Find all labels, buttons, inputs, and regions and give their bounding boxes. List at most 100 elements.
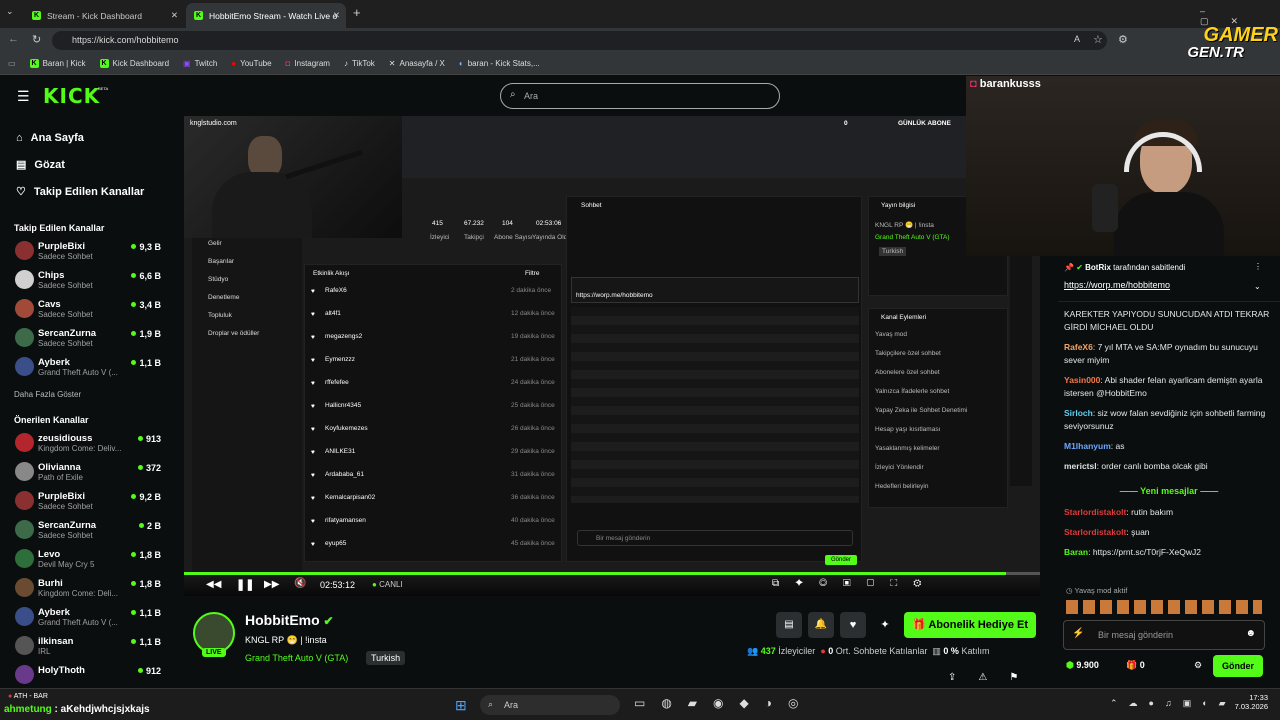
player-time: 02:53:12 bbox=[320, 580, 356, 590]
recommended-channel[interactable]: Olivianna Path of Exile 372 bbox=[0, 458, 176, 487]
bookmark-youtube[interactable]: ● YouTube bbox=[231, 59, 271, 68]
chat-text: şuan bbox=[1131, 527, 1150, 537]
emoji-icon[interactable]: ☻ bbox=[1245, 628, 1256, 639]
gift-count[interactable]: 🎁 0 bbox=[1126, 660, 1145, 671]
viewer-label: İzleyiciler bbox=[778, 646, 816, 656]
chat-message: KAREKTER YAPIYODU SUNUCUDAN ATDI TEKRAR … bbox=[1058, 308, 1280, 334]
pause-icon[interactable]: ❚❚ bbox=[236, 578, 254, 591]
extensions-icon[interactable]: ⚙ bbox=[1118, 33, 1128, 46]
url-field[interactable]: https://kick.com/hobbitemo bbox=[52, 31, 1107, 50]
more-icon[interactable]: ⋮ bbox=[1254, 262, 1262, 271]
nav-home[interactable]: ⌂ Ana Sayfa bbox=[0, 124, 176, 151]
inner-action-item: Yalnızca İfadelerle sohbet bbox=[875, 388, 950, 395]
player-settings-icons[interactable]: ⧉✦◎▣▢⛶⚙ bbox=[772, 578, 937, 589]
read-aloud-icon[interactable]: A bbox=[1074, 34, 1080, 44]
recommended-channel[interactable]: Ayberk Grand Theft Auto V (... 1,1 B bbox=[0, 603, 176, 632]
favorite-star-icon[interactable]: ☆ bbox=[1093, 33, 1103, 46]
nav-browse[interactable]: ▤ Gözat bbox=[0, 151, 176, 178]
bookmark-tiktok[interactable]: ♪ TikTok bbox=[344, 59, 375, 68]
clip-button[interactable]: ▤ bbox=[776, 612, 802, 638]
gift-sub-button[interactable]: 🎁 Abonelik Hediye Et bbox=[904, 612, 1036, 638]
chat-username[interactable]: Starlordistakolt bbox=[1064, 527, 1126, 537]
new-tab-icon[interactable]: + bbox=[353, 5, 361, 20]
chat-username[interactable]: Starlordistakolt bbox=[1064, 507, 1126, 517]
followed-channel[interactable]: Ayberk Grand Theft Auto V (... 1,1 B bbox=[0, 353, 176, 382]
nav-following[interactable]: ♡ Takip Edilen Kanallar bbox=[0, 178, 176, 205]
stream-tag[interactable]: Turkish bbox=[366, 651, 406, 665]
show-more-link[interactable]: Daha Fazla Göster bbox=[0, 382, 176, 407]
kick-favicon-icon: K bbox=[99, 58, 109, 68]
channel-points[interactable]: ⬢ 9.900 bbox=[1066, 660, 1099, 671]
rewind-icon[interactable]: ◀◀ bbox=[206, 579, 221, 590]
reload-icon[interactable]: ↻ bbox=[32, 33, 41, 46]
chevron-down-icon[interactable]: ⌄ bbox=[1254, 282, 1261, 291]
followed-channel[interactable]: SercanZurna Sadece Sohbet 1,9 B bbox=[0, 324, 176, 353]
followed-channel[interactable]: Cavs Sadece Sohbet 3,4 B bbox=[0, 295, 176, 324]
bookmark-kick-dashboard[interactable]: K Kick Dashboard bbox=[99, 58, 169, 68]
followed-channel[interactable]: Chips Sadece Sohbet 6,6 B bbox=[0, 266, 176, 295]
follow-button[interactable]: ♥ bbox=[840, 612, 866, 638]
notification-button[interactable]: 🔔 bbox=[808, 612, 834, 638]
mute-icon[interactable]: 🔇 bbox=[294, 578, 306, 589]
chat-username[interactable]: RafeX6 bbox=[1064, 342, 1093, 352]
video-player[interactable]: 0 GÜNLÜK ABONE 415 İzleyici 67.232 Takip… bbox=[184, 116, 1040, 596]
inner-send: Gönder bbox=[825, 555, 857, 565]
chat-send-button[interactable]: Gönder bbox=[1213, 655, 1263, 677]
inner-activity-row: ♥ rffefefee 24 dakika önce bbox=[311, 377, 555, 397]
seek-bar[interactable] bbox=[184, 572, 1040, 575]
search-box[interactable]: ⌕ Ara bbox=[500, 83, 780, 109]
bookmarks-folder-icon[interactable]: ▭ bbox=[8, 59, 16, 68]
recommended-channel[interactable]: Levo Devil May Cry 5 1,8 B bbox=[0, 545, 176, 574]
ath-widget[interactable]: ● ATH - BAR bbox=[8, 693, 48, 700]
chat-message: Starlordistakolt: rutin bakım bbox=[1064, 507, 1174, 517]
bookmark-x[interactable]: ✕ Anasayfa / X bbox=[389, 59, 445, 68]
chat-input[interactable]: ⚡ Bir mesaj gönderin ☻ bbox=[1063, 620, 1265, 650]
recommended-channel[interactable]: Burhi Kingdom Come: Deli... 1,8 B bbox=[0, 574, 176, 603]
sparkle-button[interactable]: ✦ bbox=[872, 612, 898, 638]
followed-channel[interactable]: PurpleBixi Sadece Sohbet 9,3 B bbox=[0, 237, 176, 266]
chat-username[interactable]: Sirloch bbox=[1064, 408, 1093, 418]
channel-avatar bbox=[15, 299, 34, 318]
chat-username[interactable]: merictsl bbox=[1064, 461, 1097, 471]
tab-kick-dashboard[interactable]: K Stream - Kick Dashboard ✕ bbox=[24, 3, 184, 28]
chat-username[interactable]: M1lhanyum bbox=[1064, 441, 1111, 451]
chat-message: RafeX6: 7 yıl MTA ve SA:MP oynadım bu su… bbox=[1064, 342, 1258, 365]
streamer-name[interactable]: HobbitEmo bbox=[245, 612, 320, 628]
url-text: https://kick.com/hobbitemo bbox=[72, 35, 179, 45]
forward-icon[interactable]: ▶▶ bbox=[264, 579, 279, 590]
tab-list-icon[interactable]: ⌄ bbox=[6, 6, 20, 20]
close-tab-icon[interactable]: ✕ bbox=[171, 10, 178, 21]
ath-icon: ● bbox=[8, 693, 13, 700]
bookmark-twitch[interactable]: ▣ Twitch bbox=[183, 59, 217, 68]
bookmark-instagram[interactable]: ◘ Instagram bbox=[286, 59, 330, 68]
facecam: ◘ barankusss bbox=[966, 76, 1280, 256]
chat-username[interactable]: Yasin000 bbox=[1064, 375, 1100, 385]
inner-stat-value: 67.232 bbox=[464, 220, 484, 227]
share-report-icons[interactable]: ⇪⚠⚑ bbox=[948, 672, 1040, 683]
recommended-channel[interactable]: zeusidiouss Kingdom Come: Deliv... 913 bbox=[0, 429, 176, 458]
channel-game: Sadece Sohbet bbox=[38, 531, 93, 540]
chat-settings-icon[interactable]: ⚙ bbox=[1194, 660, 1202, 671]
pinned-link[interactable]: https://worp.me/hobbitemo bbox=[1064, 280, 1170, 290]
channel-viewers: 6,6 B bbox=[131, 271, 161, 281]
recommended-channel[interactable]: PurpleBixi Sadece Sohbet 9,2 B bbox=[0, 487, 176, 516]
taskbar-search[interactable]: ⌕ Ara bbox=[480, 695, 620, 715]
recommended-channel[interactable]: SercanZurna Sadece Sohbet 2 B bbox=[0, 516, 176, 545]
stream-game-link[interactable]: Grand Theft Auto V (GTA) bbox=[245, 653, 348, 663]
channel-avatar bbox=[15, 549, 34, 568]
bookmark-baran-kick[interactable]: K Baran | Kick bbox=[29, 58, 86, 68]
chat-username[interactable]: Baran bbox=[1064, 547, 1088, 557]
recommended-channel[interactable]: HolyThoth 912 bbox=[0, 661, 176, 690]
instagram-icon: ◘ bbox=[285, 58, 291, 68]
windows-start-icon[interactable]: ⊞ bbox=[455, 697, 467, 714]
menu-icon[interactable]: ☰ bbox=[17, 88, 30, 105]
tab-hobbitemo[interactable]: K HobbitEmo Stream - Watch Live o ✕ bbox=[186, 3, 346, 28]
emote-row[interactable] bbox=[1066, 600, 1262, 614]
inner-activity-name: alt4f1 bbox=[325, 310, 341, 317]
recommended-channel[interactable]: ilkinsan IRL 1,1 B bbox=[0, 632, 176, 661]
bookmark-kick-stats[interactable]: ◐ baran - Kick Stats,... bbox=[459, 59, 540, 68]
kick-logo[interactable]: KICK bbox=[43, 84, 100, 108]
taskbar-apps[interactable]: ▭◍▰◉◆◑◎ bbox=[634, 696, 814, 710]
back-icon[interactable]: ← bbox=[8, 33, 19, 45]
close-tab-icon[interactable]: ✕ bbox=[333, 10, 340, 21]
